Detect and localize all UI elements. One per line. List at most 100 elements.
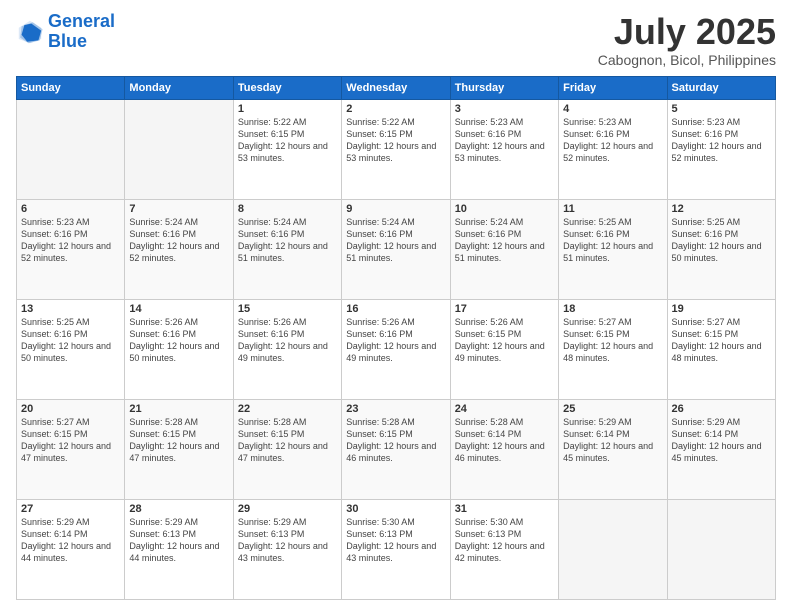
table-row: 11Sunrise: 5:25 AMSunset: 6:16 PMDayligh… [559,199,667,299]
cell-daylight: Daylight: 12 hours and 52 minutes. [129,240,228,264]
cell-sunrise: Sunrise: 5:26 AM [238,316,337,328]
calendar-header-row: Sunday Monday Tuesday Wednesday Thursday… [17,76,776,99]
cell-sunrise: Sunrise: 5:22 AM [238,116,337,128]
day-number: 10 [455,203,554,215]
cell-daylight: Daylight: 12 hours and 52 minutes. [672,140,771,164]
cell-sunset: Sunset: 6:15 PM [346,428,445,440]
cell-sunrise: Sunrise: 5:26 AM [346,316,445,328]
cell-sunrise: Sunrise: 5:29 AM [563,416,662,428]
cell-daylight: Daylight: 12 hours and 51 minutes. [563,240,662,264]
day-number: 29 [238,503,337,515]
cell-sunset: Sunset: 6:16 PM [563,228,662,240]
cell-sunset: Sunset: 6:16 PM [21,228,120,240]
table-row: 29Sunrise: 5:29 AMSunset: 6:13 PMDayligh… [233,499,341,599]
cell-daylight: Daylight: 12 hours and 52 minutes. [563,140,662,164]
col-friday: Friday [559,76,667,99]
cell-sunset: Sunset: 6:16 PM [129,328,228,340]
title-block: July 2025 Cabognon, Bicol, Philippines [598,12,776,68]
cell-sunset: Sunset: 6:16 PM [455,228,554,240]
table-row: 13Sunrise: 5:25 AMSunset: 6:16 PMDayligh… [17,299,125,399]
table-row: 28Sunrise: 5:29 AMSunset: 6:13 PMDayligh… [125,499,233,599]
day-number: 26 [672,403,771,415]
cell-sunrise: Sunrise: 5:30 AM [346,516,445,528]
cell-sunrise: Sunrise: 5:23 AM [455,116,554,128]
table-row: 18Sunrise: 5:27 AMSunset: 6:15 PMDayligh… [559,299,667,399]
table-row: 12Sunrise: 5:25 AMSunset: 6:16 PMDayligh… [667,199,775,299]
cell-sunset: Sunset: 6:15 PM [129,428,228,440]
cell-daylight: Daylight: 12 hours and 51 minutes. [455,240,554,264]
table-row: 21Sunrise: 5:28 AMSunset: 6:15 PMDayligh… [125,399,233,499]
cell-sunset: Sunset: 6:16 PM [238,328,337,340]
cell-daylight: Daylight: 12 hours and 48 minutes. [563,340,662,364]
table-row [667,499,775,599]
cell-daylight: Daylight: 12 hours and 51 minutes. [346,240,445,264]
col-sunday: Sunday [17,76,125,99]
cell-sunset: Sunset: 6:14 PM [672,428,771,440]
table-row: 17Sunrise: 5:26 AMSunset: 6:15 PMDayligh… [450,299,558,399]
day-number: 31 [455,503,554,515]
cell-sunset: Sunset: 6:16 PM [672,128,771,140]
cell-sunset: Sunset: 6:13 PM [455,528,554,540]
table-row: 8Sunrise: 5:24 AMSunset: 6:16 PMDaylight… [233,199,341,299]
cell-daylight: Daylight: 12 hours and 45 minutes. [563,440,662,464]
cell-sunset: Sunset: 6:15 PM [21,428,120,440]
logo-line1: General [48,11,115,31]
header: General Blue July 2025 Cabognon, Bicol, … [16,12,776,68]
cell-daylight: Daylight: 12 hours and 46 minutes. [455,440,554,464]
day-number: 6 [21,203,120,215]
cell-sunset: Sunset: 6:16 PM [346,228,445,240]
table-row: 24Sunrise: 5:28 AMSunset: 6:14 PMDayligh… [450,399,558,499]
cell-sunset: Sunset: 6:13 PM [129,528,228,540]
cell-daylight: Daylight: 12 hours and 44 minutes. [21,540,120,564]
cell-sunset: Sunset: 6:13 PM [238,528,337,540]
table-row: 22Sunrise: 5:28 AMSunset: 6:15 PMDayligh… [233,399,341,499]
day-number: 27 [21,503,120,515]
cell-sunrise: Sunrise: 5:29 AM [672,416,771,428]
cell-daylight: Daylight: 12 hours and 53 minutes. [455,140,554,164]
day-number: 28 [129,503,228,515]
cell-daylight: Daylight: 12 hours and 43 minutes. [346,540,445,564]
table-row: 30Sunrise: 5:30 AMSunset: 6:13 PMDayligh… [342,499,450,599]
table-row: 9Sunrise: 5:24 AMSunset: 6:16 PMDaylight… [342,199,450,299]
cell-sunrise: Sunrise: 5:27 AM [21,416,120,428]
table-row: 3Sunrise: 5:23 AMSunset: 6:16 PMDaylight… [450,99,558,199]
cell-sunrise: Sunrise: 5:22 AM [346,116,445,128]
cell-sunset: Sunset: 6:15 PM [672,328,771,340]
cell-sunset: Sunset: 6:16 PM [563,128,662,140]
calendar-table: Sunday Monday Tuesday Wednesday Thursday… [16,76,776,600]
logo: General Blue [16,12,115,52]
table-row: 23Sunrise: 5:28 AMSunset: 6:15 PMDayligh… [342,399,450,499]
cell-sunrise: Sunrise: 5:27 AM [672,316,771,328]
cell-sunset: Sunset: 6:14 PM [21,528,120,540]
cell-sunrise: Sunrise: 5:23 AM [563,116,662,128]
cell-daylight: Daylight: 12 hours and 50 minutes. [21,340,120,364]
cell-sunrise: Sunrise: 5:28 AM [455,416,554,428]
day-number: 20 [21,403,120,415]
cell-sunrise: Sunrise: 5:28 AM [346,416,445,428]
table-row: 2Sunrise: 5:22 AMSunset: 6:15 PMDaylight… [342,99,450,199]
cell-sunrise: Sunrise: 5:26 AM [129,316,228,328]
cell-sunrise: Sunrise: 5:24 AM [129,216,228,228]
cell-sunrise: Sunrise: 5:29 AM [129,516,228,528]
cell-daylight: Daylight: 12 hours and 43 minutes. [238,540,337,564]
cell-sunset: Sunset: 6:15 PM [346,128,445,140]
table-row: 4Sunrise: 5:23 AMSunset: 6:16 PMDaylight… [559,99,667,199]
table-row: 25Sunrise: 5:29 AMSunset: 6:14 PMDayligh… [559,399,667,499]
logo-icon [16,18,44,46]
cell-sunset: Sunset: 6:15 PM [238,128,337,140]
cell-sunset: Sunset: 6:16 PM [21,328,120,340]
cell-sunset: Sunset: 6:16 PM [129,228,228,240]
cell-sunset: Sunset: 6:14 PM [455,428,554,440]
day-number: 8 [238,203,337,215]
cell-daylight: Daylight: 12 hours and 47 minutes. [238,440,337,464]
cell-sunset: Sunset: 6:14 PM [563,428,662,440]
cell-sunset: Sunset: 6:16 PM [455,128,554,140]
table-row [17,99,125,199]
cell-sunrise: Sunrise: 5:29 AM [21,516,120,528]
day-number: 14 [129,303,228,315]
table-row: 26Sunrise: 5:29 AMSunset: 6:14 PMDayligh… [667,399,775,499]
cell-sunrise: Sunrise: 5:30 AM [455,516,554,528]
col-wednesday: Wednesday [342,76,450,99]
day-number: 30 [346,503,445,515]
cell-daylight: Daylight: 12 hours and 51 minutes. [238,240,337,264]
